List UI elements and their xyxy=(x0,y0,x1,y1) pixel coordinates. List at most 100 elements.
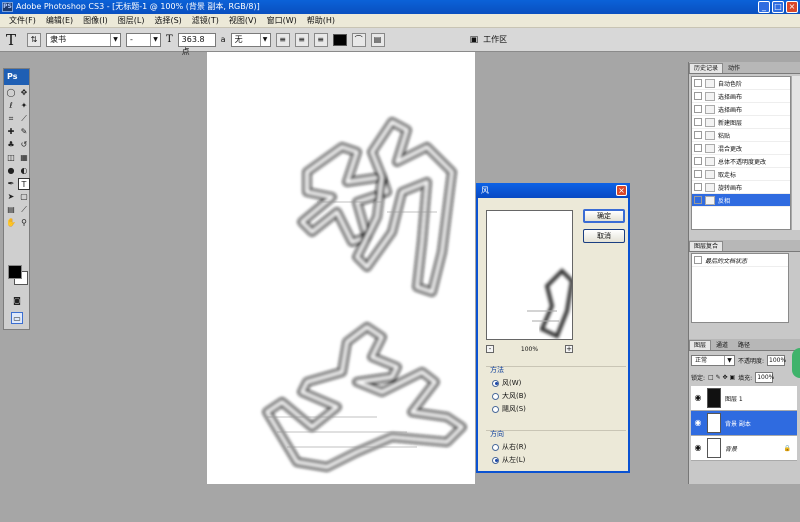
path-select-icon[interactable]: ➤ xyxy=(5,191,17,203)
font-size-field[interactable]: 363.8 点 xyxy=(177,32,216,56)
history-item[interactable]: 混合更改 xyxy=(692,142,790,155)
eyedropper-icon[interactable]: ⟋ xyxy=(18,113,30,125)
tab-layers[interactable]: 图层 xyxy=(689,340,712,350)
tab-channels[interactable]: 通道 xyxy=(711,340,734,350)
workspace-menu[interactable]: 工作区 xyxy=(483,34,507,45)
maximize-button[interactable]: □ xyxy=(772,1,784,13)
history-list: 自动色阶 选择画布 选择画布 新建图层 粘贴 混合更改 总体不透明度更改 取走标… xyxy=(691,76,791,230)
menu-window[interactable]: 窗口(W) xyxy=(262,14,302,28)
history-scrollbar[interactable] xyxy=(791,76,800,230)
palette-well-icon[interactable]: ▣ xyxy=(470,35,479,45)
blend-mode-select[interactable]: 正常 ▼ xyxy=(691,355,735,366)
eye-icon[interactable]: ◉ xyxy=(693,443,703,453)
menu-image[interactable]: 图像(I) xyxy=(78,14,113,28)
tab-layer-comps[interactable]: 图层复合 xyxy=(689,241,724,251)
dodge-tool-icon[interactable]: ◐ xyxy=(18,165,30,177)
method-wind-radio[interactable]: 风(W) xyxy=(492,378,521,388)
lasso-tool-icon[interactable]: ℓ xyxy=(5,100,17,112)
eraser-tool-icon[interactable]: ◫ xyxy=(5,152,17,164)
type-tool-icon[interactable]: T xyxy=(18,178,30,190)
layer-row[interactable]: ◉ 图层 1 xyxy=(691,386,797,411)
fill-field[interactable]: 100% xyxy=(755,372,774,383)
eyedropper2-icon[interactable]: ⟋ xyxy=(18,204,30,216)
text-color-swatch[interactable] xyxy=(332,33,347,46)
eye-icon[interactable]: ◉ xyxy=(693,418,703,428)
tab-history[interactable]: 历史记录 xyxy=(689,63,724,73)
move-tool-icon[interactable]: ✥ xyxy=(18,87,30,99)
menu-select[interactable]: 选择(S) xyxy=(149,14,186,28)
history-item[interactable]: 旋转画布 xyxy=(692,181,790,194)
align-center-icon[interactable]: ≡ xyxy=(294,32,309,47)
zoom-out-button[interactable]: - xyxy=(486,345,494,353)
history-item[interactable]: 自动色阶 xyxy=(692,77,790,90)
lock-icons[interactable]: □ ✎ ✥ ▣ xyxy=(708,374,735,381)
zoom-in-button[interactable]: + xyxy=(565,345,573,353)
checkbox-icon xyxy=(694,144,702,152)
filter-preview[interactable] xyxy=(486,210,573,340)
method-blast-radio[interactable]: 大风(B) xyxy=(492,391,526,401)
notes-tool-icon[interactable]: ▤ xyxy=(5,204,17,216)
history-item[interactable]: 取走标 xyxy=(692,168,790,181)
warp-text-icon[interactable]: ⌒ xyxy=(351,32,366,47)
history-brush-icon[interactable]: ↺ xyxy=(18,139,30,151)
dialog-close-button[interactable]: × xyxy=(616,185,627,196)
type-tool-icon[interactable]: T xyxy=(6,31,22,49)
marquee-tool-icon[interactable]: ◯ xyxy=(5,87,17,99)
healing-brush-icon[interactable]: ✚ xyxy=(5,126,17,138)
layers-list: ◉ 图层 1 ◉ 背景 副本 ◉ 背景 🔒 xyxy=(691,386,797,522)
ok-button[interactable]: 确定 xyxy=(583,209,625,223)
pen-tool-icon[interactable]: ✒ xyxy=(5,178,17,190)
align-right-icon[interactable]: ≡ xyxy=(313,32,328,47)
direction-left-radio[interactable]: 从左(L) xyxy=(492,455,525,465)
title-bar: PS Adobe Photoshop CS3 - [无标题-1 @ 100% (… xyxy=(0,0,800,14)
menu-help[interactable]: 帮助(H) xyxy=(302,14,340,28)
brush-tool-icon[interactable]: ✎ xyxy=(18,126,30,138)
history-item[interactable]: 粘贴 xyxy=(692,129,790,142)
minimize-button[interactable]: _ xyxy=(758,1,770,13)
close-button[interactable]: × xyxy=(786,1,798,13)
cancel-button[interactable]: 取消 xyxy=(583,229,625,243)
character-panel-icon[interactable]: ▤ xyxy=(370,32,385,47)
shape-tool-icon[interactable]: ▢ xyxy=(18,191,30,203)
screen-mode-icon[interactable]: ▭ xyxy=(11,312,23,324)
step-icon xyxy=(705,182,715,192)
opacity-field[interactable]: 100% xyxy=(767,355,786,366)
foreground-color-swatch[interactable] xyxy=(8,265,22,279)
gradient-tool-icon[interactable]: ▦ xyxy=(18,152,30,164)
step-icon xyxy=(705,117,715,127)
radio-icon xyxy=(492,405,499,413)
zoom-tool-icon[interactable]: ⚲ xyxy=(18,217,30,229)
menu-edit[interactable]: 编辑(E) xyxy=(41,14,78,28)
menu-file[interactable]: 文件(F) xyxy=(4,14,41,28)
layer-row-selected[interactable]: ◉ 背景 副本 xyxy=(691,411,797,436)
history-item[interactable]: 新建图层 xyxy=(692,116,790,129)
history-item[interactable]: 总体不透明度更改 xyxy=(692,155,790,168)
history-item[interactable]: 选择画布 xyxy=(692,90,790,103)
menu-view[interactable]: 视图(V) xyxy=(224,14,262,28)
font-family-select[interactable]: 隶书 ▼ xyxy=(46,32,121,47)
orientation-toggle-icon[interactable]: ⇅ xyxy=(27,32,41,47)
hand-tool-icon[interactable]: ✋ xyxy=(5,217,17,229)
method-stagger-radio[interactable]: 飓风(S) xyxy=(492,404,526,414)
tab-paths[interactable]: 路径 xyxy=(733,340,756,350)
side-widget[interactable] xyxy=(792,348,800,378)
history-item[interactable]: 选择画布 xyxy=(692,103,790,116)
eye-icon[interactable]: ◉ xyxy=(693,393,703,403)
menu-bar: 文件(F) 编辑(E) 图像(I) 图层(L) 选择(S) 滤镜(T) 视图(V… xyxy=(0,14,800,28)
menu-filter[interactable]: 滤镜(T) xyxy=(187,14,224,28)
direction-right-radio[interactable]: 从右(R) xyxy=(492,442,526,452)
menu-layer[interactable]: 图层(L) xyxy=(113,14,150,28)
align-left-icon[interactable]: ≡ xyxy=(275,32,290,47)
app-icon: PS xyxy=(2,2,13,12)
antialias-select[interactable]: 无 ▼ xyxy=(230,32,271,47)
magic-wand-icon[interactable]: ✦ xyxy=(18,100,30,112)
stamp-tool-icon[interactable]: ♣ xyxy=(5,139,17,151)
blur-tool-icon[interactable]: ● xyxy=(5,165,17,177)
quick-mask-icon[interactable]: ◙ xyxy=(11,295,23,307)
font-style-select[interactable]: - ▼ xyxy=(126,32,161,47)
layer-row[interactable]: ◉ 背景 🔒 xyxy=(691,436,797,461)
crop-tool-icon[interactable]: ⌗ xyxy=(5,113,17,125)
comp-item[interactable]: 最后的文档状态 xyxy=(692,254,788,267)
tab-actions[interactable]: 动作 xyxy=(723,63,746,73)
history-item-selected[interactable]: 反相 xyxy=(692,194,790,207)
